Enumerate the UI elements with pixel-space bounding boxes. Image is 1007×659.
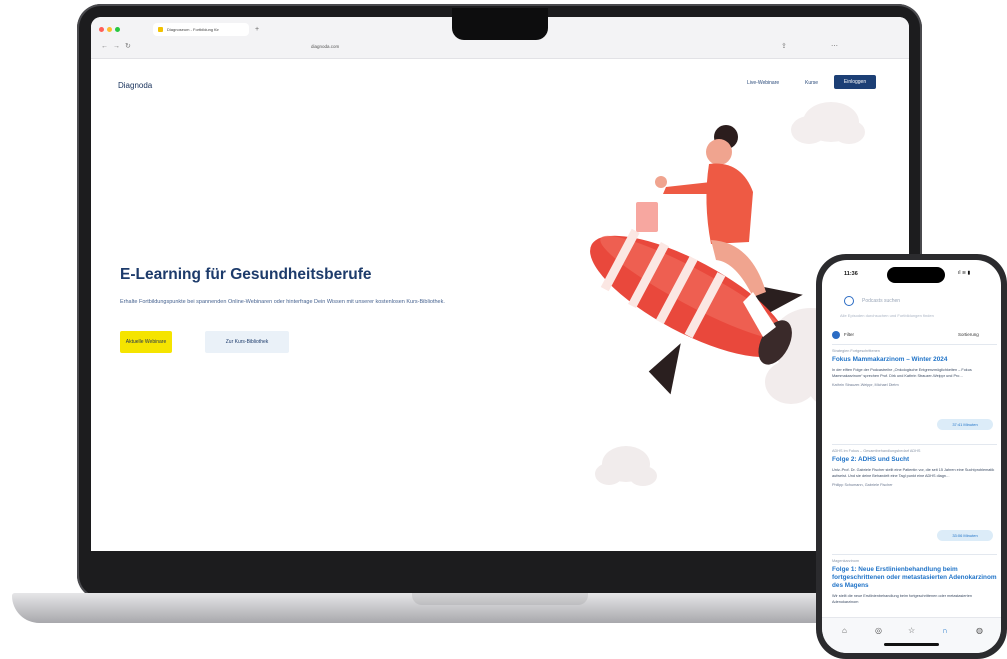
forward-icon[interactable]: →	[113, 41, 120, 53]
browser-tab[interactable]: Diagnoseum - Fortbildung für	[153, 23, 249, 36]
episode-title[interactable]: Fokus Mammakarzinom – Winter 2024	[832, 356, 997, 364]
episode-authors: Kathrin Strauzer-Weippr, Michael Dietm	[832, 383, 899, 387]
camera-notch	[452, 8, 548, 40]
nav-live-webinare[interactable]: Live-Webinare	[747, 80, 779, 86]
divider	[832, 554, 997, 555]
filter-button[interactable]: Filter	[844, 332, 854, 337]
reload-icon[interactable]: ↻	[125, 41, 131, 53]
episode-description: In der elften Folge der Podcastreihe „On…	[832, 368, 972, 378]
tab-title: Diagnoseum - Fortbildung für	[167, 27, 219, 32]
search-icon[interactable]	[844, 296, 854, 306]
episode-card[interactable]: Strategien Fortgeschrittenen Fokus Mamma…	[832, 349, 997, 437]
current-webinars-button[interactable]: Aktuelle Webinare	[120, 331, 172, 353]
hero-title: E-Learning für Gesundheitsberufe	[120, 266, 372, 283]
filter-icon[interactable]	[832, 331, 840, 339]
episode-category: Magenkarzinom	[832, 559, 860, 563]
profile-icon[interactable]: ◍	[976, 626, 983, 635]
home-indicator	[884, 643, 939, 646]
episode-category: ADHS im Fokus – Gesamtbehandlungsbedarf …	[832, 449, 921, 453]
divider	[832, 444, 997, 445]
status-time: 11:36	[844, 271, 858, 277]
minimize-window-icon[interactable]	[107, 27, 112, 32]
back-icon[interactable]: ←	[101, 41, 108, 53]
sort-button[interactable]: Sortierung	[958, 332, 979, 337]
close-window-icon[interactable]	[99, 27, 104, 32]
episode-duration-badge[interactable]: 33:06 Minuten	[937, 530, 993, 541]
share-icon[interactable]: ⇪	[781, 41, 787, 53]
episode-card[interactable]: ADHS im Fokus – Gesamtbehandlungsbedarf …	[832, 449, 997, 547]
new-tab-button[interactable]: +	[255, 23, 259, 36]
dynamic-island	[887, 267, 945, 283]
tab-bar: ⌂ ◎ ☆ ∩ ◍	[822, 617, 1001, 653]
episode-description: Wir stellt die neue Erstlinienbehandlung…	[832, 594, 972, 604]
hero-subtitle: Erhalte Fortbildungspunkte bei spannende…	[120, 299, 445, 305]
zoom-window-icon[interactable]	[115, 27, 120, 32]
course-library-button[interactable]: Zur Kurs-Bibliothek	[205, 331, 289, 353]
login-button[interactable]: Einloggen	[834, 75, 876, 89]
address-text: diagnoda.com	[311, 44, 340, 49]
episode-title[interactable]: Folge 1: Neue Erstlinienbehandlung beim …	[832, 566, 997, 590]
star-icon[interactable]: ☆	[908, 626, 915, 635]
home-icon[interactable]: ⌂	[842, 626, 847, 635]
phone-screen: 11:36 ıl ≋ ▮ Podcasts suchen Alle Episod…	[822, 260, 1001, 653]
episode-authors: Philipp Schumann, Gabriele Fischer	[832, 483, 893, 487]
laptop-opening-notch	[412, 593, 588, 605]
laptop-screen: Diagnoseum - Fortbildung für + ← → ↻ dia…	[91, 17, 909, 551]
favicon-icon	[158, 27, 163, 32]
status-icons: ıl ≋ ▮	[958, 270, 971, 276]
episode-card[interactable]: Magenkarzinom Folge 1: Neue Erstlinienbe…	[832, 559, 997, 617]
headphones-icon[interactable]: ∩	[942, 626, 948, 635]
episode-description: Univ.-Prof. Dr. Gabriele Fischer stellt …	[832, 468, 995, 478]
extensions-icon[interactable]: ⋯	[831, 41, 838, 53]
episode-duration-badge[interactable]: 37:41 Minuten	[937, 419, 993, 430]
divider	[832, 344, 997, 345]
cloud-top-right	[791, 102, 865, 144]
cloud-bottom	[595, 446, 657, 486]
search-hint: Alle Episoden durchsuchen und Fortbildun…	[840, 313, 934, 318]
podcast-search-input[interactable]: Podcasts suchen	[862, 298, 900, 304]
nav-kurse[interactable]: Kurse	[805, 80, 818, 86]
compass-icon[interactable]: ◎	[875, 626, 882, 635]
address-bar[interactable]: diagnoda.com	[201, 41, 761, 53]
site-logo[interactable]: Diagnoda	[118, 81, 152, 90]
episode-title[interactable]: Folge 2: ADHS und Sucht	[832, 456, 997, 464]
episode-category: Strategien Fortgeschrittenen	[832, 349, 880, 353]
